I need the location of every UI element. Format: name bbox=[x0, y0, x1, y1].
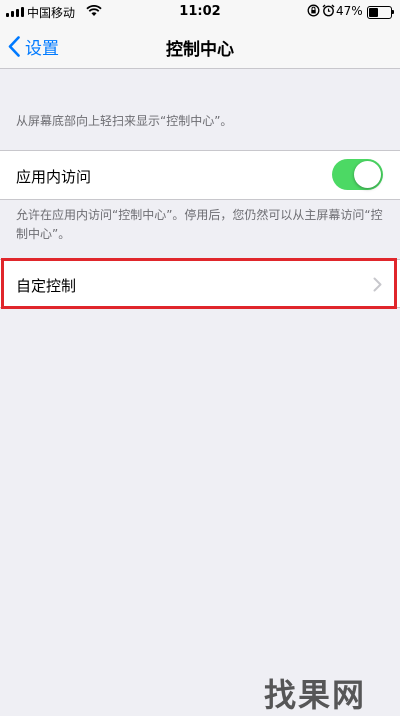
in-app-access-row: 应用内访问 bbox=[0, 150, 400, 200]
status-bar: 中国移动 11:02 47% bbox=[0, 0, 400, 24]
toggle-knob bbox=[354, 161, 381, 188]
battery-percent: 47% bbox=[336, 4, 363, 18]
in-app-access-toggle[interactable] bbox=[332, 159, 383, 190]
rotation-lock-icon bbox=[307, 4, 320, 21]
watermark-logo: 找果网 bbox=[264, 676, 367, 714]
highlight-box bbox=[1, 258, 397, 309]
navigation-bar: 设置 控制中心 bbox=[0, 24, 400, 69]
section-header-note: 从屏幕底部向上轻扫来显示“控制中心”。 bbox=[16, 114, 233, 128]
battery-tip bbox=[392, 10, 394, 14]
section-footer-note: 允许在应用内访问“控制中心”。停用后，您仍然可以从主屏幕访问“控制中心”。 bbox=[16, 208, 383, 241]
battery-icon bbox=[367, 6, 392, 19]
in-app-access-label: 应用内访问 bbox=[16, 168, 92, 186]
page-title: 控制中心 bbox=[166, 40, 234, 60]
alarm-icon bbox=[322, 4, 335, 21]
